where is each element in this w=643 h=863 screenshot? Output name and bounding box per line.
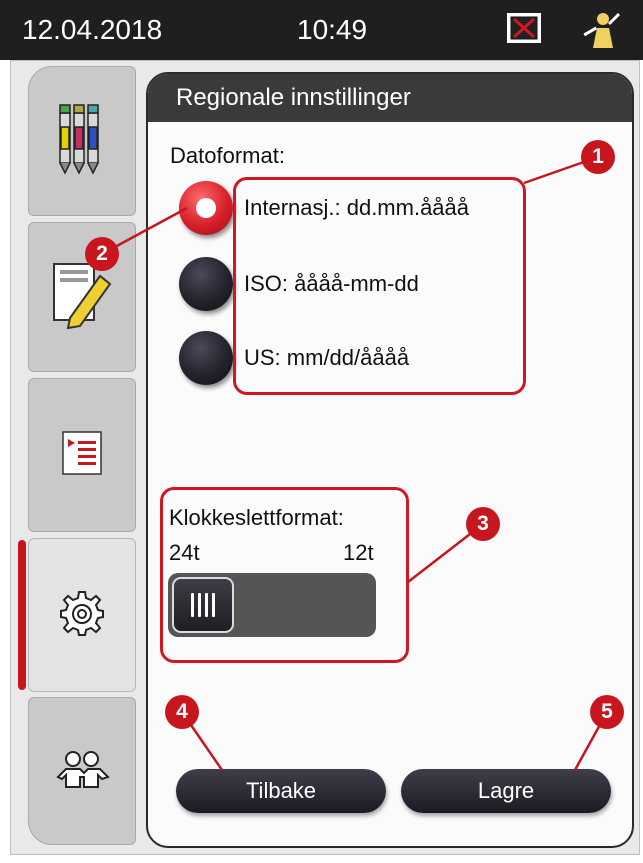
tab-settings[interactable] [28, 538, 136, 692]
status-bar: 12.04.2018 10:49 [0, 0, 643, 60]
settings-gear-icon [59, 590, 105, 641]
reagents-icon [56, 103, 108, 180]
status-date: 12.04.2018 [22, 14, 163, 45]
panel-title: Regionale innstillinger [176, 84, 411, 111]
callout-2: 2 [85, 237, 119, 271]
radio-date-iso[interactable] [179, 257, 233, 311]
panel-header: Regionale innstillinger [148, 74, 632, 122]
tab-reagents[interactable] [28, 66, 136, 216]
callout-5: 5 [590, 695, 624, 729]
tab-edit-program[interactable] [28, 222, 136, 372]
status-time: 10:49 [297, 14, 368, 45]
date-options-highlight [233, 177, 526, 395]
tab-program-list[interactable] [28, 378, 136, 532]
program-list-icon [62, 430, 102, 480]
active-tab-indicator [18, 540, 26, 690]
user-supervisor-icon[interactable] [579, 10, 623, 50]
time-format-highlight [160, 487, 409, 663]
callout-4: 4 [165, 695, 199, 729]
back-button[interactable]: Tilbake [176, 769, 386, 813]
tab-users[interactable] [28, 697, 136, 845]
callout-3: 3 [466, 507, 500, 541]
save-button[interactable]: Lagre [401, 769, 611, 813]
error-x-icon[interactable] [507, 13, 541, 43]
date-format-label: Datoformat: [170, 143, 285, 168]
users-icon [54, 749, 110, 794]
radio-date-us[interactable] [179, 331, 233, 385]
callout-1: 1 [581, 140, 615, 174]
radio-date-international[interactable] [179, 181, 233, 235]
